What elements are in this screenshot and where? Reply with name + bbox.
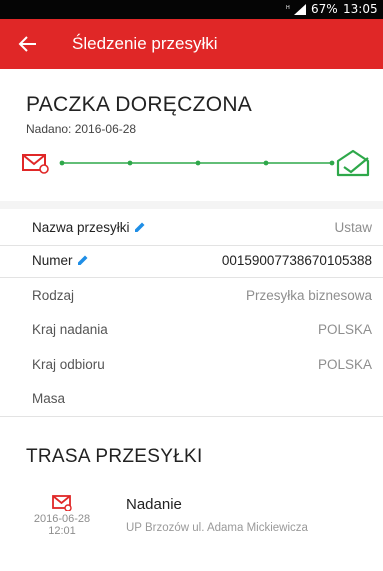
detail-value: POLSKA (317, 357, 372, 372)
progress-dot (127, 160, 133, 166)
number-label: Numer (32, 253, 89, 268)
row-divider (0, 245, 383, 246)
clock: 13:05 (343, 2, 378, 16)
detail-value: Przesyłka biznesowa (245, 288, 372, 303)
app-bar: Śledzenie przesyłki (0, 19, 383, 69)
route-title: TRASA PRZESYŁKI (26, 446, 203, 467)
detail-row: Rodzaj Przesyłka biznesowa (32, 288, 372, 308)
progress-dot (195, 160, 201, 166)
detail-row: Masa (32, 391, 372, 411)
progress-dot (59, 160, 65, 166)
sent-date: Nadano: 2016-06-28 (26, 122, 137, 136)
detail-label: Masa (32, 391, 66, 406)
detail-value: POLSKA (317, 322, 372, 337)
edit-pencil-icon[interactable] (134, 221, 146, 233)
event-title: Nadanie (126, 496, 182, 513)
event-date: 2016-06-28 (33, 513, 91, 525)
progress-tracker (22, 149, 370, 177)
progress-dot (329, 160, 335, 166)
signal-icon: H (286, 4, 306, 15)
progress-dot (263, 160, 269, 166)
battery-percent: 67% (311, 2, 338, 16)
section-divider (0, 416, 383, 417)
svg-text:H: H (286, 5, 290, 11)
detail-label: Rodzaj (32, 288, 75, 303)
page-title: Śledzenie przesyłki (72, 34, 218, 53)
detail-label: Kraj nadania (32, 322, 108, 337)
parcel-name-row[interactable]: Nazwa przesyłki Ustaw (32, 220, 372, 240)
tracking-number: 00159007738670105388 (221, 253, 372, 268)
edit-pencil-icon[interactable] (77, 254, 89, 266)
delivery-status: PACZKA DORĘCZONA (26, 93, 253, 116)
detail-row: Kraj nadania POLSKA (32, 322, 372, 342)
event-time: 12:01 (48, 525, 76, 537)
event-place: UP Brzozów ul. Adama Mickiewicza (126, 522, 308, 534)
section-divider (0, 201, 383, 209)
envelope-sent-icon (22, 154, 49, 174)
parcel-name-value[interactable]: Ustaw (334, 220, 372, 235)
status-bar: H 67% 13:05 (0, 0, 383, 19)
row-divider (0, 277, 383, 278)
number-row[interactable]: Numer 00159007738670105388 (32, 253, 372, 273)
envelope-sent-icon (52, 495, 72, 511)
parcel-name-label: Nazwa przesyłki (32, 220, 146, 235)
event-datetime: 2016-06-28 12:01 (20, 513, 104, 537)
detail-row: Kraj odbioru POLSKA (32, 357, 372, 377)
back-arrow-icon[interactable] (14, 30, 42, 58)
detail-label: Kraj odbioru (32, 357, 105, 372)
envelope-delivered-icon (336, 149, 370, 177)
